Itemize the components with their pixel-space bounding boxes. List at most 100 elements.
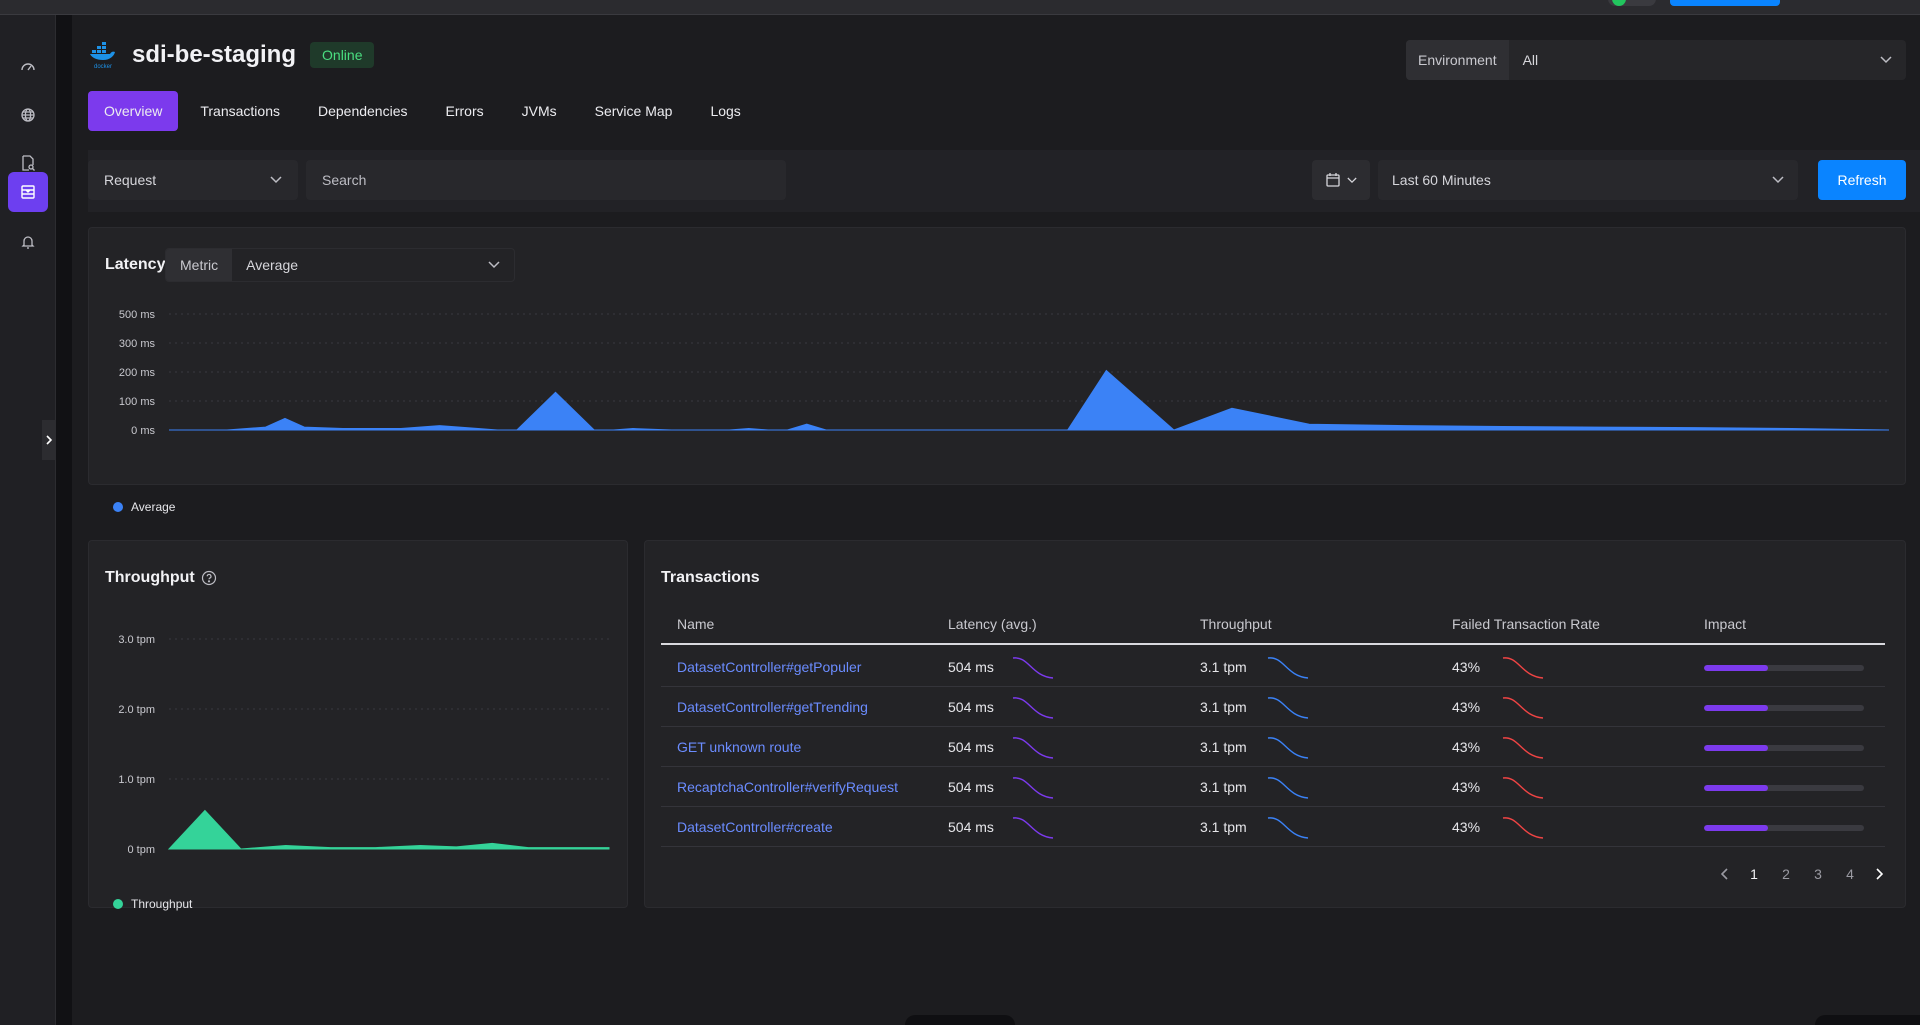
x-tick-label: 04:20 AM	[280, 601, 326, 604]
theme-toggle[interactable]	[1608, 0, 1656, 6]
chevron-down-icon	[1347, 177, 1357, 183]
x-tick-label: 04:40 AM	[460, 601, 506, 604]
y-tick-label: 500 ms	[119, 309, 156, 321]
latency-value: 504 ms	[948, 738, 994, 755]
bottom-right-floating-control[interactable]	[1815, 1015, 1920, 1025]
throughput-title: Throughput	[105, 569, 195, 586]
impact-bar-fill	[1704, 665, 1768, 671]
sidebar-item-services[interactable]	[8, 172, 48, 212]
help-circle-icon[interactable]	[201, 570, 217, 586]
search-input[interactable]	[306, 160, 786, 200]
bottom-floating-control[interactable]	[905, 1015, 1015, 1025]
table-row[interactable]: DatasetController#getPopuler 504 ms 3.1 tp…	[661, 647, 1885, 687]
environment-value: All	[1522, 52, 1539, 68]
column-header-name[interactable]: Name	[677, 605, 714, 643]
impact-bar-fill	[1704, 745, 1768, 751]
throughput-value: 3.1 tpm	[1200, 738, 1247, 755]
tab-logs[interactable]: Logs	[694, 91, 756, 131]
date-picker-button[interactable]	[1312, 160, 1370, 200]
transaction-name-link[interactable]: GET unknown route	[677, 727, 801, 766]
table-row[interactable]: DatasetController#create 504 ms 3.1 tpm 43%	[661, 807, 1885, 847]
table-row[interactable]: DatasetController#getTrending 504 ms 3.1 t…	[661, 687, 1885, 727]
transaction-name-link[interactable]: RecaptchaController#verifyRequest	[677, 767, 898, 806]
metric-label: Metric	[166, 249, 233, 281]
tab-errors[interactable]: Errors	[430, 91, 500, 131]
tab-dependencies[interactable]: Dependencies	[302, 91, 424, 131]
transaction-name-link[interactable]: DatasetController#create	[677, 807, 833, 846]
throughput-panel: Throughput 3.0 tpm 2.0 tpm 1.0 tpm 0 tpm 04:…	[88, 540, 628, 911]
main-content: docker sdi-be-staging Online Environment…	[72, 15, 1920, 1025]
sidebar-item-alerts[interactable]	[8, 222, 48, 262]
y-tick-label: 200 ms	[119, 367, 156, 379]
y-tick-label: 0 ms	[131, 425, 155, 437]
column-header-latency[interactable]: Latency (avg.)	[948, 605, 1037, 643]
status-badge: Online	[310, 42, 375, 68]
filter-bar: Request Last 60 Minutes Refresh	[88, 150, 1920, 212]
impact-bar-fill	[1704, 705, 1768, 711]
refresh-button[interactable]: Refresh	[1818, 160, 1906, 200]
series-area	[167, 809, 610, 850]
impact-bar	[1704, 825, 1864, 831]
table-row[interactable]: GET unknown route 504 ms 3.1 tpm 43%	[661, 727, 1885, 767]
failed-rate-sparkline	[1502, 657, 1544, 679]
top-action-button[interactable]	[1670, 0, 1780, 6]
legend-dot	[113, 899, 123, 909]
transaction-type-select[interactable]: Request	[88, 160, 298, 200]
sidebar-expand-button[interactable]	[42, 420, 56, 460]
page-4[interactable]: 4	[1843, 866, 1857, 882]
dashboard-icon	[21, 63, 35, 71]
throughput-value: 3.1 tpm	[1200, 658, 1247, 675]
latency-legend: Average	[113, 500, 175, 514]
sidebar	[0, 15, 56, 1025]
tab-overview[interactable]: Overview	[88, 91, 179, 131]
y-tick-label: 300 ms	[119, 338, 156, 350]
impact-bar-fill	[1704, 825, 1768, 831]
failed-rate-sparkline	[1502, 737, 1544, 759]
column-header-throughput[interactable]: Throughput	[1200, 605, 1272, 643]
transactions-panel: Transactions Name Latency (avg.) Through…	[644, 540, 1906, 908]
globe-icon	[21, 108, 35, 122]
transaction-name-link[interactable]: DatasetController#getPopuler	[677, 647, 861, 686]
metric-value-box[interactable]: Average	[232, 249, 514, 281]
latency-value: 504 ms	[948, 698, 994, 715]
time-range-select[interactable]: Last 60 Minutes	[1378, 160, 1798, 200]
environment-select[interactable]: Environment All	[1406, 40, 1906, 80]
x-tick-label: 04:50 AM	[550, 601, 596, 604]
sidebar-item-dashboard[interactable]	[8, 47, 48, 87]
chevron-down-icon	[1880, 56, 1892, 64]
page-1[interactable]: 1	[1747, 866, 1761, 882]
column-header-impact[interactable]: Impact	[1704, 605, 1746, 643]
tab-jvms[interactable]: JVMs	[506, 91, 573, 131]
top-bar	[0, 0, 1920, 15]
pagination: 1 2 3 4	[1721, 866, 1883, 882]
metric-select[interactable]: Metric Average	[165, 248, 515, 282]
page-2[interactable]: 2	[1779, 866, 1793, 882]
x-tick-label: 04:10 AM	[191, 601, 237, 604]
failed-rate-sparkline	[1502, 817, 1544, 839]
tab-transactions[interactable]: Transactions	[184, 91, 296, 131]
latency-chart: 500 ms300 ms200 ms100 ms0 ms04:10 AM04:2…	[119, 309, 1890, 437]
throughput-sparkline	[1267, 697, 1309, 719]
table-row[interactable]: RecaptchaController#verifyRequest 504 ms 3…	[661, 767, 1885, 807]
sidebar-item-globe[interactable]	[8, 95, 48, 135]
latency-value: 504 ms	[948, 818, 994, 835]
environment-value-box[interactable]: All	[1509, 40, 1906, 80]
chevron-left-icon[interactable]	[1721, 868, 1729, 880]
chevron-right-icon[interactable]	[1875, 868, 1883, 880]
throughput-chart: 3.0 tpm 2.0 tpm 1.0 tpm 0 tpm 04:10 AM 04:20 …	[118, 601, 610, 856]
throughput-value: 3.1 tpm	[1200, 778, 1247, 795]
latency-sparkline	[1012, 817, 1054, 839]
page-title: sdi-be-staging	[132, 41, 297, 68]
y-tick-label: 1.0 tpm	[118, 774, 155, 786]
transactions-title: Transactions	[661, 569, 760, 586]
column-header-failed-rate[interactable]: Failed Transaction Rate	[1452, 605, 1600, 643]
failed-rate-value: 43%	[1452, 738, 1481, 755]
throughput-sparkline	[1267, 817, 1309, 839]
y-tick-label: 2.0 tpm	[118, 704, 155, 716]
chevron-down-icon	[1772, 176, 1784, 184]
transaction-name-link[interactable]: DatasetController#getTrending	[677, 687, 868, 726]
latency-value: 504 ms	[948, 778, 994, 795]
throughput-title-row: Throughput	[105, 569, 217, 587]
tab-service-map[interactable]: Service Map	[579, 91, 689, 131]
page-3[interactable]: 3	[1811, 866, 1825, 882]
